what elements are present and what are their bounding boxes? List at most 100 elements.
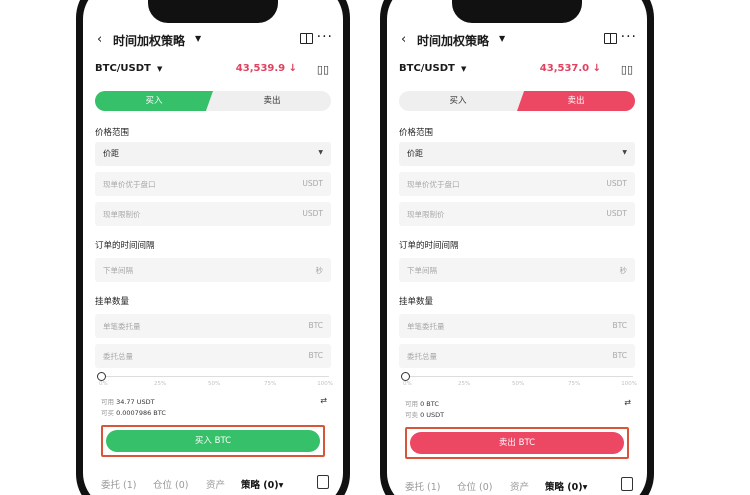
field-unit: USDT [606, 209, 627, 218]
slider-tick: 0% [99, 381, 108, 387]
last-price: 43,537.0 ↓ [539, 63, 601, 74]
more-icon[interactable]: ··· [317, 29, 333, 45]
pair-symbol[interactable]: BTC/USDT [95, 63, 151, 74]
field-placeholder: 现单价优于盘口 [103, 180, 156, 189]
back-arrow-icon[interactable]: ‹ [97, 32, 102, 47]
screen-sell: ‹ 时间加权策略 ▼ ··· BTC/USDT ▼ 43,537.0 ↓ ▯▯ … [387, 0, 647, 495]
swap-icon[interactable]: ⇄ [624, 398, 631, 407]
price-cap-field[interactable]: 现单限制价 USDT [95, 202, 331, 226]
phone-buy: ‹ 时间加权策略 ▼ ··· BTC/USDT ▼ 43,539.9 ↓ ▯▯ … [76, 0, 350, 495]
tab-assets[interactable]: 资产 [510, 479, 529, 493]
bottom-tabs: 委托 (1) 仓位 (0) 资产 策略 (0)▾ [95, 475, 331, 493]
tab-strategy[interactable]: 策略 (0)▾ [545, 479, 587, 493]
total-qty-field[interactable]: 委托总量 BTC [95, 344, 331, 368]
field-placeholder: 单笔委托量 [407, 322, 445, 331]
caret-down-icon: ▼ [318, 149, 323, 156]
buy-tab[interactable]: 买入 [95, 91, 213, 111]
buyable-amount: 可买 0.0007986 BTC [101, 409, 166, 417]
field-placeholder: 委托总量 [407, 352, 437, 361]
slider-tick: 50% [512, 381, 525, 387]
slider-track[interactable] [405, 376, 633, 377]
slider-tick: 75% [568, 381, 581, 387]
phone-notch [452, 0, 582, 23]
slider-track[interactable] [101, 376, 329, 377]
screen-buy: ‹ 时间加权策略 ▼ ··· BTC/USDT ▼ 43,539.9 ↓ ▯▯ … [83, 0, 343, 495]
page-title[interactable]: 时间加权策略 [113, 32, 185, 49]
field-unit: BTC [612, 351, 627, 360]
back-arrow-icon[interactable]: ‹ [401, 32, 406, 47]
caret-down-icon[interactable]: ▼ [461, 65, 466, 73]
more-icon[interactable]: ··· [621, 29, 637, 45]
total-qty-field[interactable]: 委托总量 BTC [399, 344, 635, 368]
interval-field[interactable]: 下单间隔 秒 [95, 258, 331, 282]
swap-icon[interactable]: ⇄ [320, 396, 327, 405]
price-range-select[interactable]: 价距 ▼ [95, 142, 331, 166]
field-unit: 秒 [315, 266, 324, 275]
amount-slider[interactable]: 0% 25% 50% 75% 100% [401, 372, 637, 388]
nav-bar: ‹ 时间加权策略 ▼ ··· [83, 29, 343, 51]
tab-orders[interactable]: 委托 (1) [405, 479, 440, 493]
interval-label: 订单的时间间隔 [399, 241, 459, 251]
tab-assets[interactable]: 资产 [206, 477, 225, 491]
single-qty-field[interactable]: 单笔委托量 BTC [95, 314, 331, 338]
price-cap-field[interactable]: 现单限制价 USDT [399, 202, 635, 226]
caret-down-icon[interactable]: ▼ [195, 34, 201, 43]
slider-knob[interactable] [97, 372, 106, 381]
page-title[interactable]: 时间加权策略 [417, 32, 489, 49]
sell-tab[interactable]: 卖出 [517, 91, 635, 111]
field-unit: BTC [308, 351, 323, 360]
sell-btc-button[interactable]: 卖出 BTC [410, 432, 624, 454]
caret-down-icon[interactable]: ▼ [157, 65, 162, 73]
slider-tick: 100% [621, 381, 637, 387]
field-unit: BTC [612, 321, 627, 330]
nav-bar: ‹ 时间加权策略 ▼ ··· [387, 29, 647, 51]
price-range-label: 价格范围 [399, 128, 434, 138]
field-unit: USDT [302, 179, 323, 188]
price-range-select[interactable]: 价距 ▼ [399, 142, 635, 166]
field-unit: USDT [302, 209, 323, 218]
buy-btc-button[interactable]: 买入 BTC [106, 430, 320, 452]
interval-label: 订单的时间间隔 [95, 241, 155, 251]
kline-icon[interactable]: ▯▯ [621, 63, 633, 76]
slider-tick: 50% [208, 381, 221, 387]
field-unit: BTC [308, 321, 323, 330]
slider-tick: 25% [154, 381, 167, 387]
book-icon[interactable] [300, 33, 313, 44]
field-placeholder: 下单间隔 [407, 266, 437, 275]
amount-slider[interactable]: 0% 25% 50% 75% 100% [97, 372, 333, 388]
book-icon[interactable] [604, 33, 617, 44]
price-limit-field[interactable]: 现单价优于盘口 USDT [399, 172, 635, 196]
side-toggle: 买入 卖出 [95, 91, 331, 111]
price-limit-field[interactable]: 现单价优于盘口 USDT [95, 172, 331, 196]
quantity-label: 挂单数量 [399, 297, 434, 307]
slider-tick: 75% [264, 381, 277, 387]
pair-row: BTC/USDT ▼ 43,537.0 ↓ ▯▯ [399, 63, 635, 79]
phone-notch [148, 0, 278, 23]
document-icon[interactable] [621, 477, 633, 491]
document-icon[interactable] [317, 475, 329, 489]
interval-field[interactable]: 下单间隔 秒 [399, 258, 635, 282]
field-placeholder: 现单限制价 [103, 210, 141, 219]
select-value: 价距 [103, 149, 119, 158]
tab-positions[interactable]: 仓位 (0) [153, 477, 188, 491]
submit-highlight: 卖出 BTC [405, 427, 629, 459]
field-placeholder: 委托总量 [103, 352, 133, 361]
sell-tab[interactable]: 卖出 [213, 91, 331, 111]
pair-symbol[interactable]: BTC/USDT [399, 63, 455, 74]
available-balance: 可用 34.77 USDT [101, 398, 155, 406]
submit-highlight: 买入 BTC [101, 425, 325, 457]
tab-strategy[interactable]: 策略 (0)▾ [241, 477, 283, 491]
tab-positions[interactable]: 仓位 (0) [457, 479, 492, 493]
last-price: 43,539.9 ↓ [235, 63, 297, 74]
tab-orders[interactable]: 委托 (1) [101, 477, 136, 491]
pair-row: BTC/USDT ▼ 43,539.9 ↓ ▯▯ [95, 63, 331, 79]
slider-tick: 0% [403, 381, 412, 387]
caret-down-icon[interactable]: ▼ [499, 34, 505, 43]
slider-knob[interactable] [401, 372, 410, 381]
sellable-amount: 可卖 0 USDT [405, 411, 445, 419]
buy-tab[interactable]: 买入 [399, 91, 517, 111]
caret-down-icon: ▼ [622, 149, 627, 156]
field-unit: USDT [606, 179, 627, 188]
single-qty-field[interactable]: 单笔委托量 BTC [399, 314, 635, 338]
kline-icon[interactable]: ▯▯ [317, 63, 329, 76]
